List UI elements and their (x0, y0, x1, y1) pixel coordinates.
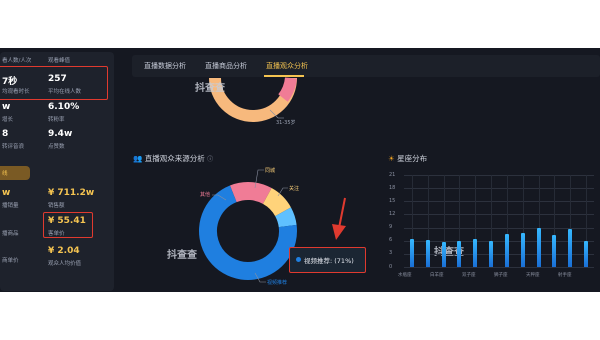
zodiac-panel-title-text: 星座分布 (397, 154, 428, 163)
tooltip-text: 视频推荐: (71%) (304, 257, 354, 265)
zodiac-gridline (404, 227, 594, 229)
zodiac-bar[interactable] (504, 234, 509, 267)
zodiac-bar[interactable] (409, 238, 414, 267)
video-recommend-tooltip: 视频推荐: (71%) (289, 247, 366, 273)
zodiac-bar[interactable] (489, 240, 494, 267)
zodiac-bar[interactable] (536, 227, 541, 267)
zodiac-x-axis: 水瓶座 白羊座 双子座 狮子座 天秤座 射手座 (396, 272, 596, 282)
zodiac-y-tick: 18 (389, 184, 396, 191)
zodiac-x-tick: 白羊座 (430, 273, 444, 278)
zodiac-x-tick: 双子座 (462, 273, 476, 278)
zodiac-y-tick: 3 (389, 250, 393, 257)
zodiac-bar[interactable] (584, 240, 589, 267)
arrow-head (332, 224, 346, 240)
question-circle-icon[interactable]: ⓘ (207, 156, 213, 163)
source-slice-1[interactable] (229, 182, 272, 205)
legend-video: 视频推荐 (267, 280, 288, 286)
zodiac-x-tick: 天秤座 (526, 273, 540, 278)
age-segment-label: 31-35岁 (276, 120, 296, 126)
zodiac-bar-plot (404, 175, 594, 268)
zodiac-x-tick: 射手座 (558, 273, 572, 278)
zodiac-bar[interactable] (520, 233, 525, 267)
watermark-source: 抖查查 (167, 250, 197, 261)
zodiac-y-tick: 21 (389, 171, 396, 178)
source-slice-2[interactable] (262, 188, 291, 217)
zodiac-y-tick: 9 (389, 224, 393, 231)
age-donut-segment-small (278, 77, 297, 102)
zodiac-x-tick: 水瓶座 (398, 273, 412, 278)
zodiac-bar[interactable] (552, 234, 557, 267)
zodiac-gridline (404, 175, 594, 176)
source-panel-title: 👥 直播观众来源分析 ⓘ (133, 153, 213, 164)
zodiac-y-tick: 0 (389, 263, 393, 270)
watermark-top: 抖查查 (195, 83, 225, 94)
sun-icon: ☀ (388, 154, 395, 163)
zodiac-bar[interactable] (457, 240, 462, 267)
zodiac-bar[interactable] (425, 239, 430, 267)
zodiac-gridline (404, 240, 594, 242)
tooltip-marker (296, 257, 301, 262)
zodiac-y-tick: 12 (389, 210, 396, 217)
zodiac-gridline (404, 201, 594, 203)
zodiac-gridline (404, 253, 594, 255)
zodiac-bar[interactable] (441, 241, 446, 267)
legend-same-city: 同城 (265, 168, 276, 174)
age-donut-segment (209, 77, 297, 122)
zodiac-bar[interactable] (473, 239, 478, 267)
arrow-shaft (338, 197, 346, 229)
people-icon: 👥 (133, 154, 143, 163)
legend-follow: 关注 (289, 186, 300, 192)
audience-source-donut (199, 182, 297, 280)
red-arrow-annotation (332, 197, 346, 240)
zodiac-y-tick: 15 (389, 197, 396, 204)
zodiac-gridline (404, 267, 594, 268)
app-window: 看人数/人次 观看峰值 7秒 均观看时长 257 平均在线人数 w 增长 6.1… (0, 48, 600, 292)
zodiac-y-tick: 6 (389, 237, 393, 244)
legend-other: 其他 (200, 192, 211, 198)
zodiac-gridline (404, 214, 594, 216)
source-slice-3[interactable] (274, 207, 297, 228)
age-donut-chart (209, 77, 297, 122)
source-panel-title-text: 直播观众来源分析 (144, 154, 205, 163)
zodiac-panel-title: ☀ 星座分布 (388, 153, 427, 164)
zodiac-x-tick: 狮子座 (494, 273, 508, 278)
zodiac-gridline (404, 188, 594, 190)
zodiac-y-axis: 21 18 15 12 9 6 3 0 (389, 172, 401, 272)
zodiac-bar[interactable] (568, 228, 573, 267)
